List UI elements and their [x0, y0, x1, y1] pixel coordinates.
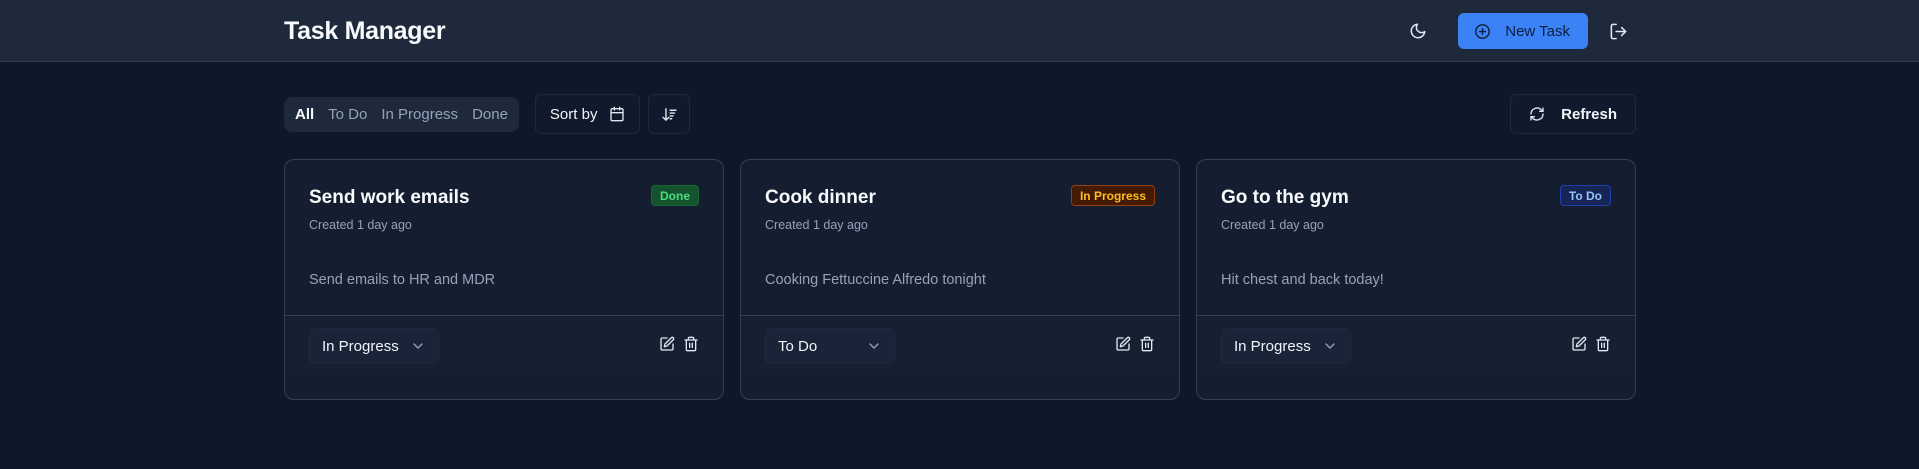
status-select[interactable]: To Do [765, 328, 895, 364]
task-card-body: Cook dinner In Progress Created 1 day ag… [741, 160, 1179, 315]
task-actions [1571, 336, 1611, 352]
edit-task-button[interactable] [1571, 336, 1587, 352]
status-select-value: In Progress [1234, 337, 1311, 355]
task-created-time: Created 1 day ago [765, 218, 868, 232]
delete-task-button[interactable] [1139, 336, 1155, 352]
status-select-value: To Do [778, 337, 818, 355]
edit-icon [1116, 336, 1131, 351]
sort-descending-icon [662, 107, 677, 121]
refresh-icon [1530, 107, 1544, 121]
status-badge: In Progress [1070, 185, 1155, 206]
task-created-time: Created 1 day ago [309, 218, 412, 232]
status-badge: Done [651, 185, 699, 206]
task-actions [659, 336, 699, 352]
logout-icon [1610, 23, 1626, 39]
trash-icon [1140, 336, 1154, 352]
filter-tab-in-progress[interactable]: In Progress [374, 101, 465, 128]
task-card-list: Send work emails Done Created 1 day ago … [284, 159, 1636, 400]
status-select-value: In Progress [322, 337, 399, 355]
moon-icon [1410, 23, 1426, 39]
task-card-footer: To Do [741, 315, 1179, 375]
edit-task-button[interactable] [1115, 336, 1131, 352]
delete-task-button[interactable] [1595, 336, 1611, 352]
edit-icon [1572, 336, 1587, 351]
status-badge: To Do [1559, 185, 1611, 206]
task-card-footer: In Progress [285, 315, 723, 375]
app-title: Task Manager [284, 16, 446, 45]
task-title: Send work emails [309, 187, 470, 208]
delete-task-button[interactable] [683, 336, 699, 352]
trash-icon [1596, 336, 1610, 352]
status-select[interactable]: In Progress [309, 328, 439, 364]
filter-tab-done[interactable]: Done [465, 101, 515, 128]
refresh-button[interactable]: Refresh [1510, 94, 1636, 134]
header-inner: Task Manager New Task [284, 0, 1636, 62]
task-description: Hit chest and back today! [1221, 272, 1384, 288]
task-card: Cook dinner In Progress Created 1 day ag… [740, 159, 1180, 400]
task-card: Send work emails Done Created 1 day ago … [284, 159, 724, 400]
task-card: Go to the gym To Do Created 1 day ago Hi… [1196, 159, 1636, 400]
task-actions [1115, 336, 1155, 352]
theme-toggle-button[interactable] [1400, 13, 1436, 49]
chevron-down-icon [869, 343, 879, 349]
task-card-body: Send work emails Done Created 1 day ago … [285, 160, 723, 315]
status-filter-group: All To Do In Progress Done [284, 96, 519, 132]
toolbar: All To Do In Progress Done Sort by Refre… [284, 94, 1636, 134]
task-card-footer: In Progress [1197, 315, 1635, 375]
edit-icon [660, 336, 675, 351]
filter-tab-todo[interactable]: To Do [321, 101, 374, 128]
sort-by-label: Sort by [549, 105, 598, 123]
edit-task-button[interactable] [659, 336, 675, 352]
app-header: Task Manager New Task [0, 0, 1919, 62]
trash-icon [684, 336, 698, 352]
task-created-time: Created 1 day ago [1221, 218, 1324, 232]
task-title: Cook dinner [765, 187, 876, 208]
new-task-label: New Task [1505, 22, 1570, 40]
sort-order-button[interactable] [648, 94, 691, 134]
task-description: Cooking Fettuccine Alfredo tonight [765, 272, 986, 288]
chevron-down-icon [413, 343, 423, 349]
sort-by-button[interactable]: Sort by [534, 94, 641, 134]
new-task-button[interactable]: New Task [1458, 13, 1588, 49]
filter-tab-all[interactable]: All [288, 101, 321, 128]
calendar-icon [610, 106, 625, 122]
plus-circle-icon [1475, 23, 1491, 39]
chevron-down-icon [1325, 343, 1335, 349]
header-actions: New Task [1400, 13, 1636, 49]
status-select[interactable]: In Progress [1221, 328, 1351, 364]
logout-button[interactable] [1600, 13, 1636, 49]
refresh-label: Refresh [1561, 105, 1617, 123]
task-card-body: Go to the gym To Do Created 1 day ago Hi… [1197, 160, 1635, 315]
task-description: Send emails to HR and MDR [309, 272, 496, 288]
task-title: Go to the gym [1221, 187, 1349, 208]
